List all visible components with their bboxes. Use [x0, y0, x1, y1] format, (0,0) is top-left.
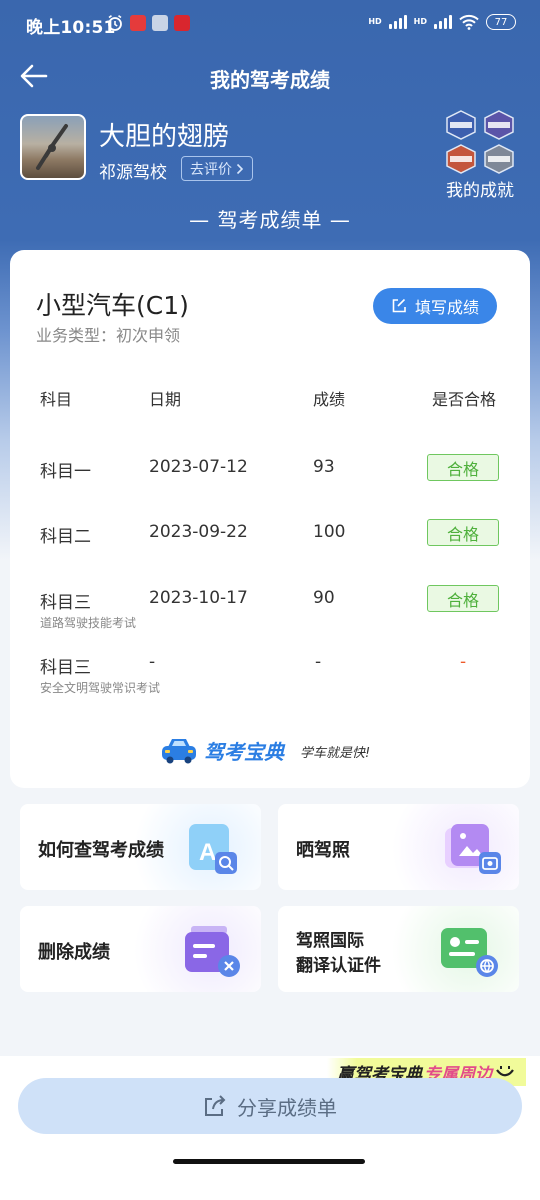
id-card-icon [441, 928, 498, 977]
status-time: 晚上10:51 [26, 18, 116, 38]
avatar-figure [36, 124, 68, 170]
delete-document-icon [185, 926, 240, 977]
username: 大胆的翅膀 [99, 122, 230, 152]
battery-icon: 77 [486, 14, 516, 30]
row1-date: 2023-07-12 [149, 457, 248, 477]
status-bar: 晚上10:51 HD HD 77 [0, 0, 540, 48]
review-label: 去评价 [190, 161, 232, 178]
red-app-icon [130, 15, 146, 31]
blue-badge-icon [446, 110, 476, 140]
k-app-icon [174, 15, 190, 31]
hd-indicator-2: HD [413, 17, 427, 26]
row4-note: 安全文明驾驶常识考试 [40, 681, 161, 695]
fill-score-label: 填写成绩 [414, 298, 479, 317]
score-sheet-title: — 驾考成绩单 — [189, 208, 351, 232]
score-card: 小型汽车(C1) 业务类型：初次申领 填写成绩 科目 日期 成绩 是否合格 科目… [10, 250, 530, 788]
brand-slogan: 学车就是快! [300, 746, 371, 761]
column-score: 成绩 [313, 390, 346, 409]
delete-score-tile[interactable]: 删除成绩 [20, 906, 261, 992]
intl-license-label-line2: 翻译认证件 [296, 956, 381, 976]
delete-score-label: 删除成绩 [38, 942, 110, 963]
status-system-icons: HD HD 77 [368, 14, 516, 30]
row3-note: 道路驾驶技能考试 [40, 616, 137, 630]
home-indicator[interactable] [173, 1159, 365, 1164]
brand-logo: 驾考宝典 学车就是快! [160, 732, 384, 766]
how-to-query-tile[interactable]: 如何查驾考成绩 A [20, 804, 261, 890]
brand-name: 驾考宝典 [204, 740, 284, 764]
orange-badge-icon [446, 144, 476, 174]
row2-score: 100 [313, 522, 346, 542]
document-search-icon: A [189, 824, 237, 874]
row3-pass-badge: 合格 [427, 585, 499, 612]
row2-pass-badge: 合格 [427, 519, 499, 546]
svg-text:A: A [199, 839, 216, 866]
how-to-query-label: 如何查驾考成绩 [38, 840, 164, 861]
row2-subject: 科目二 [40, 527, 91, 547]
alarm-icon [108, 15, 122, 31]
column-date: 日期 [149, 390, 182, 409]
show-license-tile[interactable]: 晒驾照 [278, 804, 519, 890]
row4-date: - [149, 652, 156, 672]
wifi-icon [459, 14, 479, 30]
review-button[interactable]: 去评价 [181, 156, 253, 181]
chevron-right-icon [236, 163, 244, 174]
tiktok-icon [152, 15, 168, 31]
signal-icon [388, 15, 407, 29]
row3-date: 2023-10-17 [149, 588, 248, 608]
status-notification-icons [106, 14, 190, 32]
row3-subject: 科目三 [40, 593, 91, 613]
avatar[interactable] [20, 114, 86, 180]
purple-badge-icon [484, 110, 514, 140]
business-type: 业务类型：初次申领 [36, 326, 181, 345]
row2-date: 2023-09-22 [149, 522, 248, 542]
share-icon [205, 1095, 226, 1116]
row4-subject: 科目三 [40, 658, 91, 678]
column-subject: 科目 [40, 390, 73, 409]
top-bar: 我的驾考成绩 [0, 56, 540, 96]
gray-badge-icon [484, 144, 514, 174]
license-type: 小型汽车(C1) [36, 291, 189, 320]
intl-license-label-line1: 驾照国际 [296, 931, 364, 951]
intl-license-tile[interactable]: 驾照国际 翻译认证件 [278, 906, 519, 992]
signal-icon-2 [434, 15, 452, 29]
row1-subject: 科目一 [40, 462, 91, 482]
row4-result: - [460, 652, 467, 672]
row1-score: 93 [313, 457, 335, 477]
share-score-button[interactable]: 分享成绩单 [18, 1078, 522, 1134]
row3-score: 90 [313, 588, 335, 608]
hd-indicator: HD [368, 17, 382, 26]
share-label: 分享成绩单 [237, 1095, 337, 1120]
photo-icon [445, 824, 501, 874]
achievements-button[interactable]: 我的成就 [440, 110, 520, 202]
page-title: 我的驾考成绩 [210, 68, 330, 92]
driving-school-name: 祁源驾校 [99, 163, 167, 183]
fill-score-button[interactable]: 填写成绩 [373, 288, 497, 324]
edit-icon [392, 298, 406, 313]
car-logo-icon [162, 739, 196, 764]
row4-score: - [315, 652, 322, 672]
show-license-label: 晒驾照 [296, 840, 350, 861]
row1-pass-badge: 合格 [427, 454, 499, 481]
achievements-label: 我的成就 [446, 181, 514, 201]
column-pass: 是否合格 [432, 390, 497, 409]
badge-grid [440, 110, 520, 174]
